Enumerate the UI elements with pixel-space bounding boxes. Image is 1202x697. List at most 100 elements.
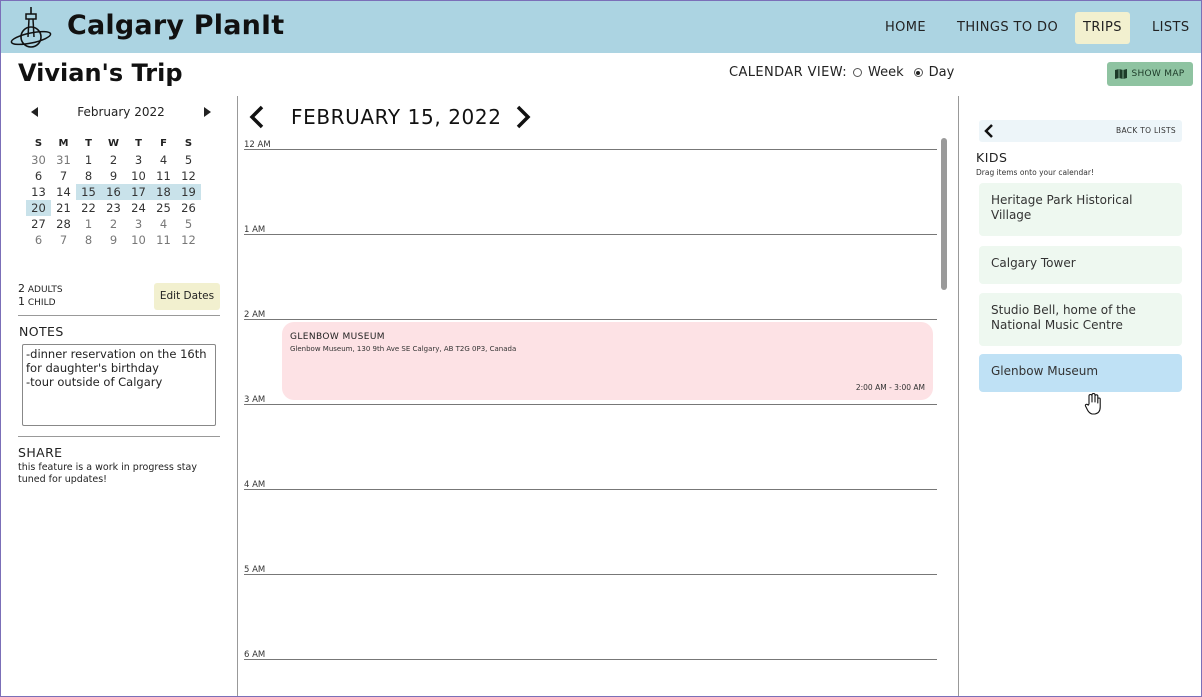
adults-count: 2 xyxy=(18,282,25,295)
column-divider xyxy=(958,96,959,696)
calendar-day[interactable]: 6 xyxy=(26,168,51,184)
weekday-label: T xyxy=(85,138,92,149)
calendar-day[interactable]: 9 xyxy=(101,168,126,184)
calendar-day[interactable]: 14 xyxy=(51,184,76,200)
calendar-day[interactable]: 5 xyxy=(176,216,201,232)
calendar-day-selected[interactable]: 20 xyxy=(26,200,51,216)
child-count: 1 xyxy=(18,295,25,308)
calendar-day[interactable]: 8 xyxy=(76,168,101,184)
mini-next-month-icon[interactable] xyxy=(204,107,211,117)
chevron-left-icon[interactable] xyxy=(984,124,994,138)
calendar-day[interactable]: 26 xyxy=(176,200,201,216)
list-item-dragging[interactable]: Glenbow Museum xyxy=(979,354,1182,392)
divider xyxy=(18,436,220,437)
list-item[interactable]: Studio Bell, home of the National Music … xyxy=(979,293,1182,346)
calendar-day[interactable]: 8 xyxy=(76,232,101,248)
show-map-label: SHOW MAP xyxy=(1131,69,1185,79)
calendar-day[interactable]: 11 xyxy=(151,168,176,184)
calendar-day[interactable]: 24 xyxy=(126,200,151,216)
mini-prev-month-icon[interactable] xyxy=(31,107,38,117)
calendar-day[interactable]: 30 xyxy=(26,152,51,168)
nav-home[interactable]: HOME xyxy=(877,12,934,44)
calendar-day[interactable]: 4 xyxy=(151,152,176,168)
adults-label: ADULTS xyxy=(27,285,63,295)
weekday-label: T xyxy=(135,138,142,149)
calendar-day[interactable]: 9 xyxy=(101,232,126,248)
day-view-scrollbar[interactable] xyxy=(941,138,947,290)
calendar-day[interactable]: 3 xyxy=(126,152,151,168)
calendar-day[interactable]: 31 xyxy=(51,152,76,168)
hour-line xyxy=(244,574,937,575)
calendar-week-row: 6 7 8 9 10 11 12 xyxy=(26,232,212,248)
top-navigation-bar: Calgary PlanIt HOME THINGS TO DO TRIPS L… xyxy=(1,1,1201,53)
back-to-lists-bar[interactable]: BACK TO LISTS xyxy=(979,120,1182,142)
calendar-day[interactable]: 6 xyxy=(26,232,51,248)
calendar-day[interactable]: 10 xyxy=(126,232,151,248)
party-size: 2 ADULTS 1 CHILD xyxy=(18,283,63,309)
nav-lists[interactable]: LISTS xyxy=(1144,12,1198,44)
notes-line: for daughter's birthday xyxy=(26,361,159,375)
week-radio-label[interactable]: Week xyxy=(868,65,904,80)
calendar-day[interactable]: 7 xyxy=(51,232,76,248)
calendar-day[interactable]: 12 xyxy=(176,168,201,184)
brand-name[interactable]: Calgary PlanIt xyxy=(67,10,284,41)
calendar-week-row: 20 21 22 23 24 25 26 xyxy=(26,200,212,216)
hour-line xyxy=(244,149,937,150)
back-to-lists-link[interactable]: BACK TO LISTS xyxy=(1116,126,1176,135)
calendar-day[interactable]: 2 xyxy=(101,216,126,232)
notes-textarea[interactable]: -dinner reservation on the 16th for daug… xyxy=(22,344,216,426)
calendar-day[interactable]: 12 xyxy=(176,232,201,248)
calendar-day-selected[interactable]: 15 xyxy=(76,184,101,200)
share-heading: SHARE xyxy=(18,445,63,460)
calendar-day[interactable]: 3 xyxy=(126,216,151,232)
column-divider xyxy=(237,96,238,696)
chevron-left-icon[interactable] xyxy=(249,105,265,129)
list-name: KIDS xyxy=(976,150,1008,165)
list-item[interactable]: Calgary Tower xyxy=(979,246,1182,284)
calendar-day-selected[interactable]: 16 xyxy=(101,184,126,200)
calgary-tower-planet-icon[interactable] xyxy=(9,5,53,51)
calendar-week-row: 27 28 1 2 3 4 5 xyxy=(26,216,212,232)
calendar-day[interactable]: 28 xyxy=(51,216,76,232)
calendar-day[interactable]: 1 xyxy=(76,152,101,168)
weekday-header-row: S M T W T F S xyxy=(26,136,212,152)
weekday-label: W xyxy=(107,138,120,149)
calendar-day-selected[interactable]: 19 xyxy=(176,184,201,200)
calendar-day[interactable]: 21 xyxy=(51,200,76,216)
calendar-day[interactable]: 1 xyxy=(76,216,101,232)
calendar-day[interactable]: 23 xyxy=(101,200,126,216)
calendar-day[interactable]: 7 xyxy=(51,168,76,184)
calendar-day-selected[interactable]: 18 xyxy=(151,184,176,200)
edit-dates-button[interactable]: Edit Dates xyxy=(154,283,220,310)
calendar-week-row: 30 31 1 2 3 4 5 xyxy=(26,152,212,168)
calendar-day[interactable]: 2 xyxy=(101,152,126,168)
mini-month-label: February 2022 xyxy=(77,105,165,119)
child-label: CHILD xyxy=(27,298,56,308)
calendar-day[interactable]: 11 xyxy=(151,232,176,248)
calendar-day[interactable]: 22 xyxy=(76,200,101,216)
nav-things-to-do[interactable]: THINGS TO DO xyxy=(949,12,1066,44)
share-text: this feature is a work in progress stay … xyxy=(18,462,197,485)
calendar-day-selected[interactable]: 17 xyxy=(126,184,151,200)
calendar-day[interactable]: 27 xyxy=(26,216,51,232)
calendar-day[interactable]: 4 xyxy=(151,216,176,232)
show-map-button[interactable]: SHOW MAP xyxy=(1107,62,1193,86)
calendar-event[interactable]: GLENBOW MUSEUM Glenbow Museum, 130 9th A… xyxy=(282,322,933,400)
list-item[interactable]: Heritage Park Historical Village xyxy=(979,183,1182,236)
day-radio[interactable] xyxy=(913,68,923,77)
map-icon xyxy=(1115,69,1128,79)
day-radio-label[interactable]: Day xyxy=(929,65,955,80)
calendar-day[interactable]: 13 xyxy=(26,184,51,200)
calendar-week-row: 6 7 8 9 10 11 12 xyxy=(26,168,212,184)
calendar-view-label: CALENDAR VIEW: xyxy=(729,65,848,80)
chevron-right-icon[interactable] xyxy=(515,105,531,129)
event-title: GLENBOW MUSEUM xyxy=(290,332,385,342)
week-radio[interactable] xyxy=(853,68,863,77)
hour-line xyxy=(244,659,937,660)
calendar-day[interactable]: 10 xyxy=(126,168,151,184)
calendar-day[interactable]: 25 xyxy=(151,200,176,216)
calendar-day[interactable]: 5 xyxy=(176,152,201,168)
hour-line xyxy=(244,489,937,490)
nav-trips[interactable]: TRIPS xyxy=(1075,12,1130,44)
event-address: Glenbow Museum, 130 9th Ave SE Calgary, … xyxy=(290,345,517,353)
